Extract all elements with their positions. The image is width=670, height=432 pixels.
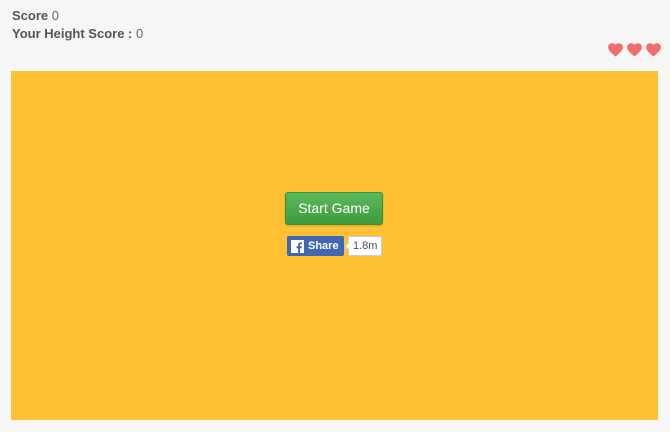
game-canvas[interactable]: Start Game Share 1.8m [11,71,658,420]
heart-icon [608,43,623,57]
height-score-display: Your Height Score : 0 [12,26,143,42]
facebook-share-button[interactable]: Share [287,236,344,256]
score-value: 0 [51,8,59,23]
start-game-button[interactable]: Start Game [285,192,383,225]
lives-indicator [608,43,661,57]
height-score-value: 0 [136,26,144,41]
facebook-icon [291,239,304,253]
share-count-badge: 1.8m [343,236,383,256]
score-display: Score 0 [12,8,59,24]
heart-icon [646,43,661,57]
score-label: Score [12,8,49,23]
height-score-label: Your Height Score : [12,26,133,41]
share-label: Share [308,240,339,252]
heart-icon [627,43,642,57]
